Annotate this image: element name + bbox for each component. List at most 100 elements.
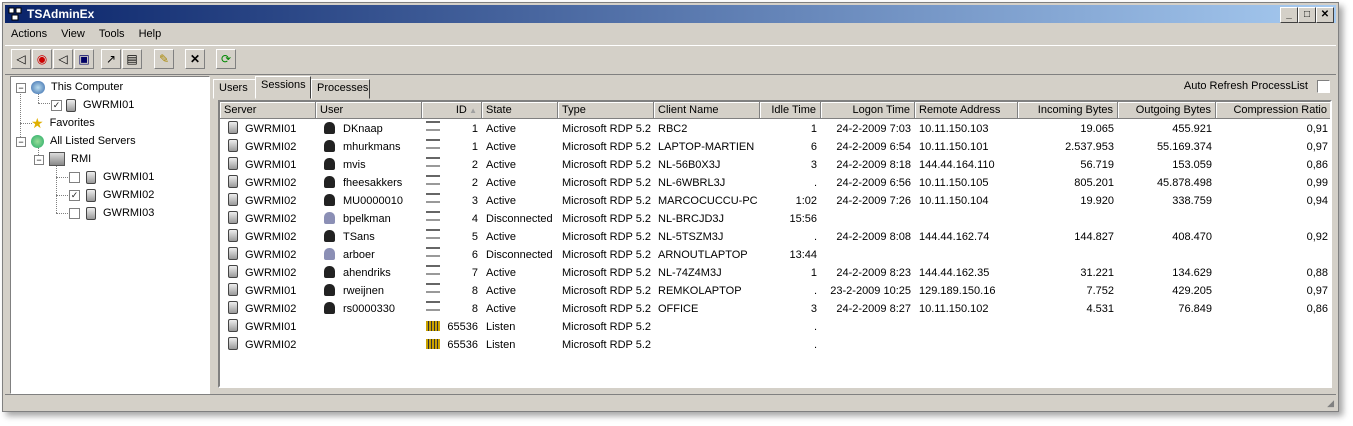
connection-icon bbox=[426, 247, 440, 257]
refresh-button[interactable]: ⟳ bbox=[216, 49, 236, 69]
cell-server: GWRMI01 bbox=[220, 282, 316, 300]
send-message-button[interactable]: ◉ bbox=[32, 49, 52, 69]
cell-user: bpelkman bbox=[316, 210, 422, 228]
col-idle-time-header[interactable]: Idle Time bbox=[760, 102, 821, 119]
table-row[interactable]: GWRMI01 DKnaap 1 Active Microsoft RDP 5.2 RBC… bbox=[220, 120, 1330, 138]
col-outgoing-bytes-header[interactable]: Outgoing Bytes bbox=[1118, 102, 1216, 119]
cell-idle: 1 bbox=[760, 120, 821, 138]
cell-out bbox=[1118, 336, 1216, 354]
menu-help[interactable]: Help bbox=[133, 25, 167, 40]
menu-tools[interactable]: Tools bbox=[93, 25, 130, 40]
table-row[interactable]: GWRMI02 arboer 6 Disconnected Microsoft RDP … bbox=[220, 246, 1330, 264]
table-row[interactable]: GWRMI02 65536 Listen Microsoft RDP 5.2. bbox=[220, 336, 1330, 354]
logon-text: 24-2-2009 6:54 bbox=[836, 141, 911, 153]
cell-type: Microsoft RDP 5.2 bbox=[558, 192, 654, 210]
cell-user: ahendriks bbox=[316, 264, 422, 282]
server-icon bbox=[228, 211, 238, 224]
menu-view[interactable]: View bbox=[55, 25, 90, 40]
server-text: GWRMI01 bbox=[245, 285, 297, 297]
cell-id: 8 bbox=[422, 300, 482, 318]
tree-domain-rmi[interactable]: RMI bbox=[49, 151, 91, 167]
minimize-button[interactable]: _ bbox=[1280, 7, 1298, 23]
cell-type: Microsoft RDP 5.2 bbox=[558, 246, 654, 264]
server-checkbox[interactable] bbox=[69, 207, 80, 219]
remote-text: 10.11.150.104 bbox=[919, 195, 989, 207]
table-row[interactable]: GWRMI01 65536 Listen Microsoft RDP 5.2. bbox=[220, 318, 1330, 336]
ratio-text: 0,94 bbox=[1306, 195, 1328, 207]
tree-server-gwrmi02[interactable]: ✓ GWRMI02 bbox=[69, 187, 154, 203]
idle-text: 3 bbox=[810, 159, 817, 171]
auto-refresh-checkbox[interactable] bbox=[1317, 80, 1330, 93]
idle-text: 1 bbox=[810, 123, 817, 135]
col-type-header[interactable]: Type bbox=[558, 102, 654, 119]
col-logon-time-header[interactable]: Logon Time bbox=[821, 102, 915, 119]
remote-control-button[interactable]: ↗ bbox=[101, 49, 121, 69]
server-text: GWRMI02 bbox=[245, 267, 297, 279]
table-row[interactable]: GWRMI02 bpelkman 4 Disconnected Microsoft RD… bbox=[220, 210, 1330, 228]
server-text: GWRMI01 bbox=[245, 123, 297, 135]
table-row[interactable]: GWRMI01 mvis 2 Active Microsoft RDP 5.2 NL-56… bbox=[220, 156, 1330, 174]
user-text: bpelkman bbox=[343, 213, 391, 225]
maximize-button[interactable]: □ bbox=[1298, 7, 1316, 23]
table-row[interactable]: GWRMI02 fheesakkers 2 Active Microsoft RDP 5… bbox=[220, 174, 1330, 192]
all-listed-expander[interactable]: − bbox=[16, 137, 26, 147]
col-incoming-bytes-header[interactable]: Incoming Bytes bbox=[1018, 102, 1118, 119]
logoff-button[interactable]: ✎ bbox=[154, 49, 174, 69]
menu-actions[interactable]: Actions bbox=[5, 25, 52, 40]
close-button[interactable]: ✕ bbox=[1316, 7, 1334, 23]
disconnect-button[interactable]: ✕ bbox=[185, 49, 205, 69]
cell-in bbox=[1018, 318, 1118, 336]
ratio-text: 0,91 bbox=[1306, 123, 1328, 135]
table-row[interactable]: GWRMI02 ahendriks 7 Active Microsoft RDP 5.2… bbox=[220, 264, 1330, 282]
out-text: 455.921 bbox=[1172, 123, 1212, 135]
client-text: OFFICE bbox=[658, 303, 699, 315]
tree-this-computer-server[interactable]: ✓ GWRMI01 bbox=[51, 97, 134, 113]
cell-in: 56.719 bbox=[1018, 156, 1118, 174]
server-checkbox[interactable] bbox=[69, 171, 80, 183]
tree-all-listed-servers[interactable]: All Listed Servers bbox=[31, 133, 136, 149]
col-server-header[interactable]: Server bbox=[220, 102, 316, 119]
resize-grip-icon[interactable]: ◢ bbox=[1327, 398, 1334, 409]
ratio-text: 0,97 bbox=[1306, 285, 1328, 297]
status-button[interactable]: ▣ bbox=[74, 49, 94, 69]
col-user-header[interactable]: User bbox=[316, 102, 422, 119]
tree-server-gwrmi03[interactable]: GWRMI03 bbox=[69, 205, 154, 221]
sessions-list[interactable]: Server User ID ▲ State Type Client Name Idle T… bbox=[218, 100, 1332, 388]
reset-button[interactable]: ◁ bbox=[53, 49, 73, 69]
col-id-header[interactable]: ID ▲ bbox=[422, 102, 482, 119]
type-text: Microsoft RDP 5.2 bbox=[562, 159, 652, 171]
server-text: GWRMI01 bbox=[245, 321, 297, 333]
table-row[interactable]: GWRMI01 rweijnen 8 Active Microsoft RDP 5.2 R… bbox=[220, 282, 1330, 300]
tab-processes[interactable]: Processes bbox=[311, 79, 370, 99]
cell-client: NL-56B0X3J bbox=[654, 156, 760, 174]
tab-users[interactable]: Users bbox=[213, 79, 256, 99]
cell-id: 2 bbox=[422, 174, 482, 192]
listener-icon bbox=[426, 321, 440, 331]
col-remote-address-header[interactable]: Remote Address bbox=[915, 102, 1018, 119]
table-row[interactable]: GWRMI02 mhurkmans 1 Active Microsoft RDP 5.2… bbox=[220, 138, 1330, 156]
server-checkbox[interactable]: ✓ bbox=[69, 189, 80, 201]
user-text: MU0000010 bbox=[343, 195, 403, 207]
server-checkbox[interactable]: ✓ bbox=[51, 99, 62, 111]
cell-state: Active bbox=[482, 300, 558, 318]
col-compression-ratio-header[interactable]: Compression Ratio bbox=[1216, 102, 1330, 119]
session-id: 3 bbox=[471, 195, 478, 207]
domain-expander[interactable]: − bbox=[34, 155, 44, 165]
globe-icon bbox=[31, 134, 44, 148]
tree-server-gwrmi01[interactable]: GWRMI01 bbox=[69, 169, 154, 185]
table-row[interactable]: GWRMI02 rs0000330 8 Active Microsoft RDP 5.2… bbox=[220, 300, 1330, 318]
tab-sessions[interactable]: Sessions bbox=[255, 76, 311, 99]
this-computer-expander[interactable]: − bbox=[16, 83, 26, 93]
table-row[interactable]: GWRMI02 TSans 5 Active Microsoft RDP 5.2 NL-5… bbox=[220, 228, 1330, 246]
cell-in: 4.531 bbox=[1018, 300, 1118, 318]
server-icon bbox=[228, 193, 238, 206]
tree-this-computer[interactable]: This Computer bbox=[31, 79, 123, 95]
col-client-name-header[interactable]: Client Name bbox=[654, 102, 760, 119]
connect-button[interactable]: ◁ bbox=[11, 49, 31, 69]
col-state-header[interactable]: State bbox=[482, 102, 558, 119]
cell-logon: 24-2-2009 8:27 bbox=[821, 300, 915, 318]
connection-icon bbox=[426, 157, 440, 167]
properties-button[interactable]: ▤ bbox=[122, 49, 142, 69]
table-row[interactable]: GWRMI02 MU0000010 3 Active Microsoft RDP 5.2… bbox=[220, 192, 1330, 210]
tree-favorites[interactable]: ★ Favorites bbox=[31, 115, 95, 131]
